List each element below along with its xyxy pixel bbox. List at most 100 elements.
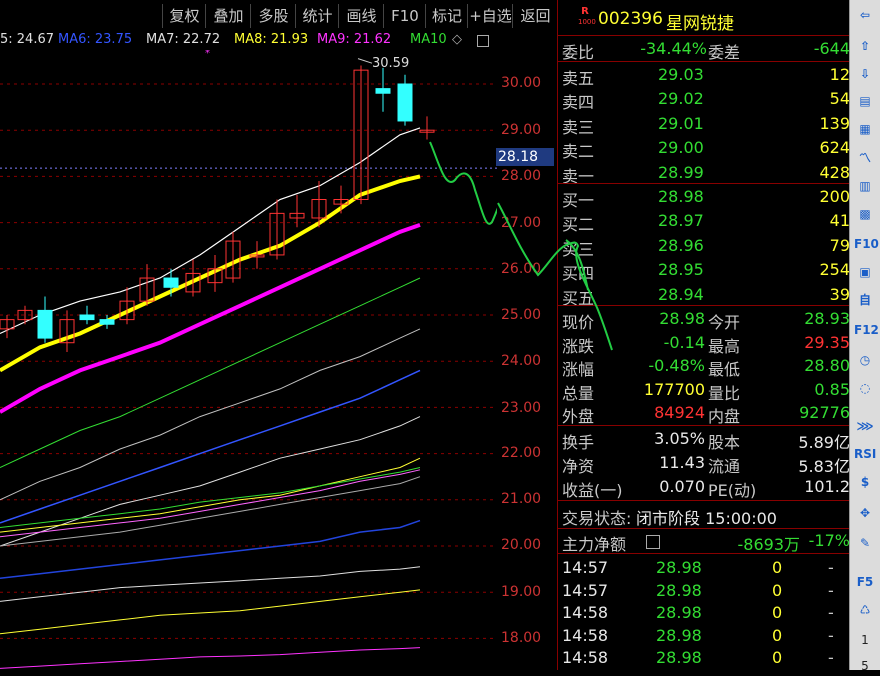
tick-price: 28.98 xyxy=(656,558,702,577)
sell-level-label: 卖五 xyxy=(562,69,595,88)
page-five-label: 5 xyxy=(861,659,869,673)
quote-value: 28.93 xyxy=(804,309,850,328)
ma-line xyxy=(0,467,421,528)
report-icon[interactable]: ▤ xyxy=(854,91,876,111)
candle-body xyxy=(375,88,391,94)
indicator-icon[interactable]: ⋙ xyxy=(854,416,876,436)
price-tick-label: 24.00 xyxy=(501,353,542,369)
ma-settings-icon[interactable] xyxy=(477,35,489,47)
sell-price: 29.00 xyxy=(658,138,704,158)
refresh-icon[interactable]: ◌ xyxy=(854,378,876,398)
bar-chart-icon[interactable]: ▥ xyxy=(854,176,876,196)
move-icon[interactable]: ✥ xyxy=(854,503,876,523)
stock-name: 星网锐捷 xyxy=(666,14,734,34)
ma-line xyxy=(0,223,421,414)
buy-row: 买五 28.94 39 xyxy=(558,283,850,308)
custom-icon[interactable]: 自 xyxy=(854,290,876,310)
ma-legend-item: MA8: 21.93 xyxy=(234,32,309,47)
quote-panel: R 1000 002396 星网锐捷 委比 -34.44% 委差 -644 卖五 2… xyxy=(557,0,850,670)
quote-value: 28.80 xyxy=(804,356,850,375)
ma-line xyxy=(0,174,421,373)
toolbar-button-0[interactable]: 复权 xyxy=(162,4,206,28)
quote-value: -0.48% xyxy=(648,356,705,375)
tick-time: 14:58 xyxy=(562,648,609,667)
candle-body xyxy=(37,309,53,339)
buy-row: 买二 28.97 41 xyxy=(558,209,850,235)
high-annotation-arrow xyxy=(357,58,373,64)
rsi-icon[interactable]: RSI xyxy=(854,444,876,464)
tick-volume: 0 xyxy=(772,558,783,577)
price-tick-label: 25.00 xyxy=(501,307,542,323)
toolbar-button-3[interactable]: 统计 xyxy=(295,4,339,28)
main-flow-pct: -17% xyxy=(808,531,850,550)
quote-label: 今开 xyxy=(708,313,741,332)
kline-chart[interactable]: 30.59 * xyxy=(0,50,497,670)
sector-icon[interactable]: ▣ xyxy=(854,262,876,282)
sell-price: 29.03 xyxy=(658,65,704,84)
candle-body xyxy=(79,314,95,321)
buy-price: 28.95 xyxy=(658,260,704,280)
table-icon[interactable]: ▦ xyxy=(854,119,876,139)
ma-legend-item: MA7: 22.72 xyxy=(146,32,221,47)
ma-legend-item: MA6: 23.75 xyxy=(58,32,133,47)
tick-time: 14:57 xyxy=(562,558,609,577)
tick-row: 14:58 28.98 0 - xyxy=(558,646,850,669)
buy-level-label: 买二 xyxy=(562,215,595,235)
toolbar-button-2[interactable]: 多股 xyxy=(250,4,296,28)
quote-label: 涨幅 xyxy=(562,360,595,379)
arrow-up-icon[interactable]: ⇧ xyxy=(854,36,876,56)
ma-legend-item: MA10 xyxy=(410,32,447,47)
info-icon[interactable]: ▩ xyxy=(854,204,876,224)
quote-label: 内盘 xyxy=(708,407,741,426)
toolbar-button-4[interactable]: 画线 xyxy=(338,4,384,28)
arrow-left-icon[interactable]: ⇦ xyxy=(854,5,876,25)
arrow-down-icon[interactable]: ⇩ xyxy=(854,64,876,84)
sell-volume: 624 xyxy=(819,138,850,158)
ma-toggle-icon[interactable]: ◇ xyxy=(452,32,462,47)
fundamental-row: 净资 11.43 流通 5.83亿 xyxy=(558,451,850,476)
toolbar-button-1[interactable]: 叠加 xyxy=(205,4,251,28)
main-flow-detail-icon[interactable] xyxy=(646,535,660,549)
f5-icon[interactable]: F5 xyxy=(854,572,876,592)
ma-line xyxy=(0,589,421,635)
toolbar-button-5[interactable]: F10 xyxy=(383,4,426,28)
sell-volume: 12 xyxy=(829,65,850,84)
tick-row: 14:58 28.98 0 - xyxy=(558,624,850,647)
toolbar-button-6[interactable]: 标记 xyxy=(425,4,468,28)
tick-direction: - xyxy=(828,603,834,622)
main-flow-row: 主力净额 -8693万 -17% xyxy=(558,529,850,554)
price-tick-label: 23.00 xyxy=(501,400,542,416)
sell-volume: 139 xyxy=(819,113,850,133)
f10-icon[interactable]: F10 xyxy=(854,234,879,254)
tick-direction: - xyxy=(828,648,834,667)
recycle-icon[interactable]: ♺ xyxy=(854,600,876,620)
ma-line xyxy=(0,457,421,533)
ma-line xyxy=(0,416,421,547)
candle-body xyxy=(99,319,115,325)
sell-price: 29.02 xyxy=(658,89,704,109)
price-axis: 30.00 29.00 28.00 27.00 26.00 25.00 24.00 23.00… xyxy=(497,0,557,670)
f12-icon[interactable]: F12 xyxy=(854,320,879,340)
sell-row: 卖三 29.01 139 xyxy=(558,112,850,137)
buy-volume: 200 xyxy=(819,187,850,206)
ma-line xyxy=(0,566,421,602)
fundamental-label: 收益(一) xyxy=(562,481,623,500)
stock-header: R 1000 002396 星网锐捷 xyxy=(558,7,850,35)
draw-icon[interactable]: ✎ xyxy=(854,533,876,553)
time-icon[interactable]: ◷ xyxy=(854,350,876,370)
price-tick-label: 22.00 xyxy=(501,445,542,461)
buy-price: 28.97 xyxy=(658,211,704,231)
line-chart-icon[interactable]: 〽 xyxy=(854,148,876,168)
fundamental-label: 股本 xyxy=(708,433,741,452)
high-annotation-label: 30.59 xyxy=(372,56,409,71)
tick-time: 14:57 xyxy=(562,580,609,600)
dollar-icon[interactable]: $ xyxy=(854,472,876,492)
quote-row: 总量 177700 量比 0.85 xyxy=(558,378,850,403)
ma-legend-bar: 5: 24.67 MA6: 23.75 MA7: 22.72 MA8: 21.93 MA… xyxy=(0,32,500,50)
sell-price: 28.99 xyxy=(658,162,704,182)
main-flow-label: 主力净额 xyxy=(562,535,627,554)
tick-row: 14:58 28.98 0 - xyxy=(558,601,850,624)
buy-volume: 39 xyxy=(829,284,850,304)
ma-legend-item: 5: 24.67 xyxy=(0,32,54,47)
sell-level-label: 卖三 xyxy=(562,117,595,137)
